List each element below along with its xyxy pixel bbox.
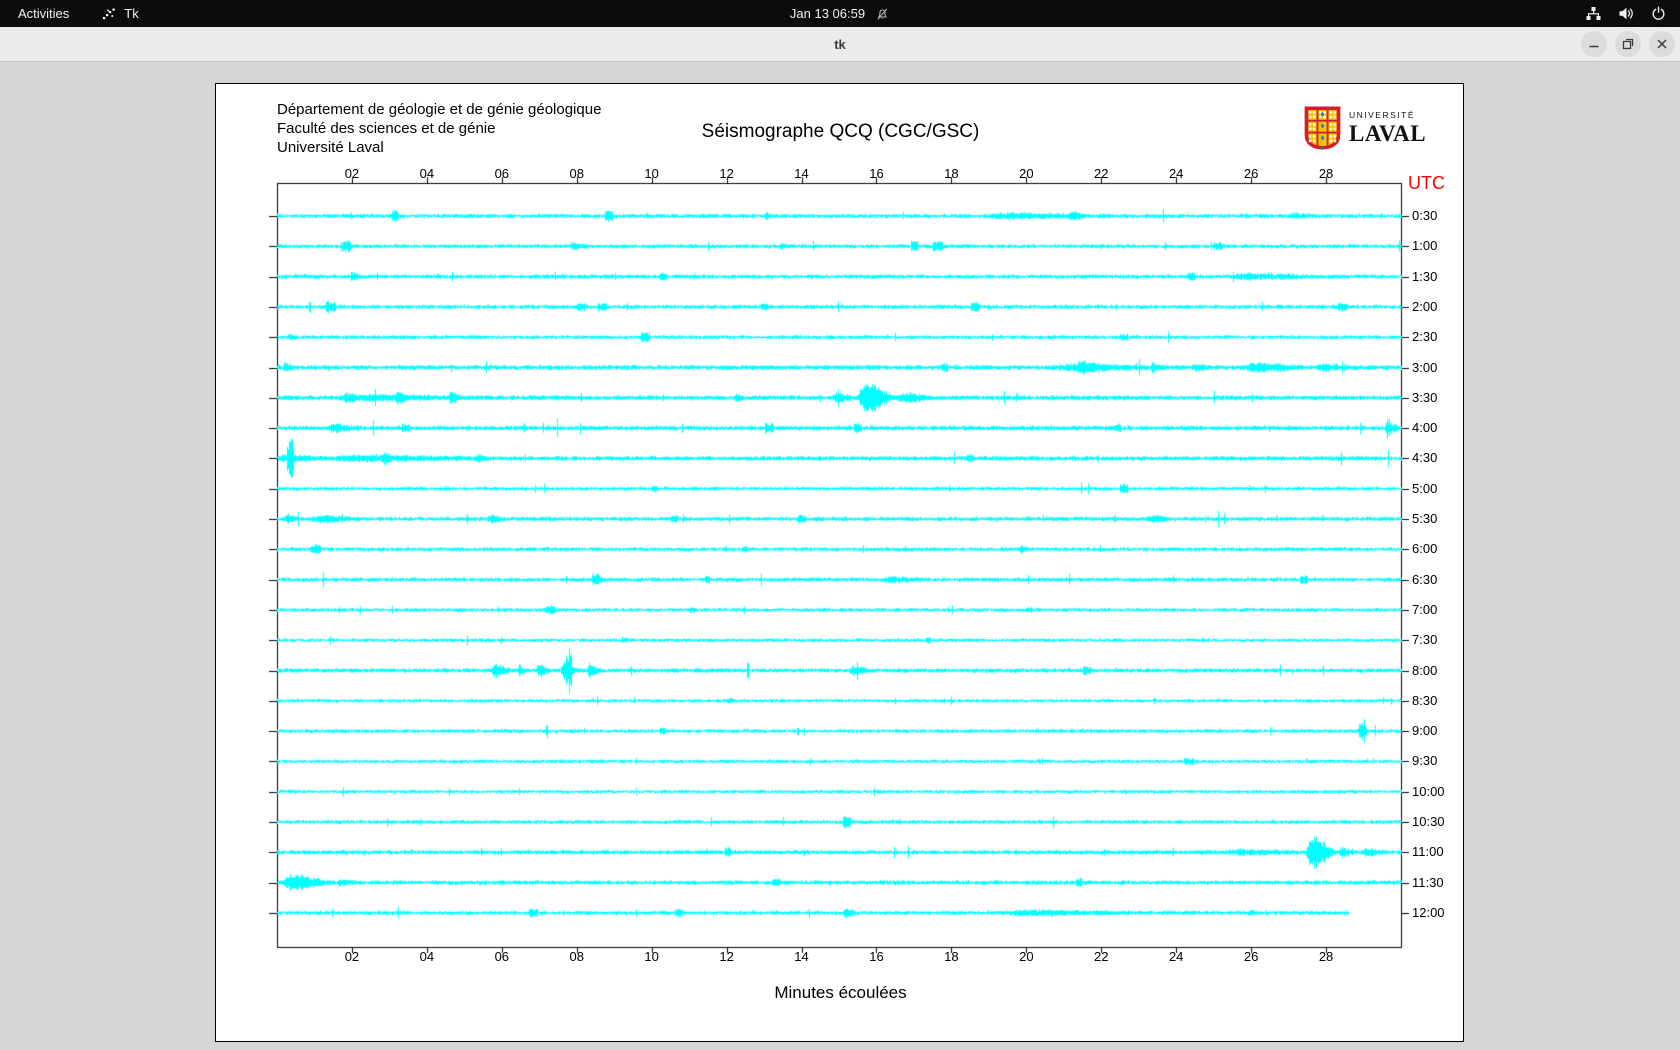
x-tick-label-bottom: 14 — [794, 949, 809, 964]
utc-label: UTC — [1408, 173, 1445, 193]
x-tick-label-bottom: 08 — [569, 949, 584, 964]
utc-time-label: 1:30 — [1412, 268, 1438, 284]
utc-time-label: 4:30 — [1412, 450, 1438, 466]
x-tick-label-bottom: 28 — [1318, 949, 1334, 964]
window-title-bar[interactable]: tk — [0, 27, 1680, 62]
close-button[interactable] — [1649, 31, 1675, 57]
utc-time-label: 7:30 — [1412, 632, 1438, 648]
x-tick-label-bottom: 18 — [944, 949, 959, 964]
x-tick-label-top: 28 — [1318, 166, 1334, 181]
utc-time-label: 10:00 — [1412, 783, 1445, 799]
window-title: tk — [834, 37, 846, 52]
top-bar: Activities Tk Jan 13 06:59 — [0, 0, 1680, 27]
utc-time-label: 9:00 — [1412, 723, 1438, 739]
utc-time-label: 0:30 — [1412, 208, 1438, 223]
maximize-button[interactable] — [1615, 31, 1641, 57]
minimize-button[interactable] — [1581, 31, 1607, 57]
x-tick-label-bottom: 06 — [494, 949, 510, 964]
utc-time-label: 2:30 — [1412, 329, 1438, 345]
seismograph-window: Département de géologie et de génie géol… — [215, 83, 1464, 1042]
utc-time-label: 5:30 — [1412, 511, 1438, 526]
utc-time-label: 6:30 — [1412, 571, 1438, 587]
utc-time-label: 8:30 — [1412, 692, 1438, 708]
x-tick-label-top: 04 — [419, 166, 435, 181]
x-tick-label-top: 18 — [944, 166, 959, 181]
x-tick-label-top: 10 — [644, 166, 659, 181]
app-name-label: Tk — [124, 6, 139, 21]
activities-button[interactable]: Activities — [0, 0, 87, 27]
close-icon — [1657, 39, 1667, 49]
chart-title: Séismographe QCQ (CGC/GSC) — [701, 121, 980, 142]
utc-time-label: 3:00 — [1412, 359, 1438, 375]
utc-time-label: 7:00 — [1412, 601, 1438, 617]
laval-shield-icon — [1304, 106, 1341, 150]
utc-time-label: 3:30 — [1412, 389, 1438, 405]
volume-icon — [1619, 7, 1633, 20]
x-tick-label-top: 22 — [1094, 166, 1109, 181]
x-tick-label-top: 08 — [569, 166, 584, 181]
maximize-icon — [1622, 38, 1634, 50]
x-tick-label-bottom: 04 — [419, 949, 435, 964]
clock-menu[interactable]: Jan 13 06:59 — [790, 0, 890, 27]
x-tick-label-top: 20 — [1019, 166, 1034, 181]
logo-laval-label: LAVAL — [1349, 120, 1427, 146]
bell-slash-icon — [877, 7, 888, 20]
x-tick-label-bottom: 20 — [1019, 949, 1034, 964]
clock-label: Jan 13 06:59 — [789, 6, 866, 21]
x-tick-label-bottom: 26 — [1243, 949, 1259, 964]
network-icon — [1586, 7, 1601, 20]
utc-time-label: 4:00 — [1412, 420, 1438, 436]
x-tick-label-top: 14 — [794, 166, 809, 181]
desktop: Département de géologie et de génie géol… — [0, 63, 1680, 1050]
utc-time-label: 10:30 — [1412, 814, 1445, 829]
x-tick-label-top: 02 — [344, 166, 360, 181]
x-tick-label-top: 16 — [869, 166, 884, 181]
utc-time-label: 12:00 — [1412, 904, 1445, 920]
utc-time-label: 9:30 — [1412, 753, 1438, 769]
x-tick-label-top: 26 — [1243, 166, 1259, 181]
system-status-area[interactable] — [1585, 0, 1680, 27]
utc-time-label: 11:00 — [1412, 844, 1444, 860]
universite-laval-logo: UNIVERSITÉ LAVAL — [1304, 106, 1426, 150]
x-tick-label-top: 06 — [494, 166, 510, 181]
utc-time-label: 5:00 — [1412, 480, 1438, 496]
x-tick-label-top: 24 — [1168, 166, 1184, 181]
utc-time-label: 1:00 — [1412, 238, 1438, 254]
institution-line-1: Département de géologie et de génie géol… — [277, 101, 602, 118]
x-tick-label-bottom: 10 — [644, 949, 659, 964]
logo-universite-label: UNIVERSITÉ — [1349, 110, 1416, 121]
minimize-icon — [1589, 45, 1599, 48]
x-tick-label-bottom: 24 — [1168, 949, 1184, 964]
power-icon — [1652, 6, 1665, 20]
utc-time-label: 6:00 — [1412, 541, 1438, 557]
x-tick-label-bottom: 22 — [1094, 949, 1109, 964]
tk-app-icon — [103, 8, 115, 19]
utc-time-label: 2:00 — [1412, 298, 1438, 314]
utc-time-label: 11:30 — [1412, 874, 1444, 890]
x-tick-label-bottom: 02 — [344, 949, 360, 964]
x-tick-label-top: 12 — [719, 166, 734, 181]
x-tick-label-bottom: 16 — [869, 949, 884, 964]
x-tick-label-bottom: 12 — [719, 949, 734, 964]
utc-time-label: 8:00 — [1412, 662, 1438, 678]
seismogram-canvas — [268, 175, 1410, 955]
focused-app-indicator[interactable]: Tk — [101, 6, 139, 21]
x-axis-title: Minutes écoulées — [774, 983, 907, 1002]
